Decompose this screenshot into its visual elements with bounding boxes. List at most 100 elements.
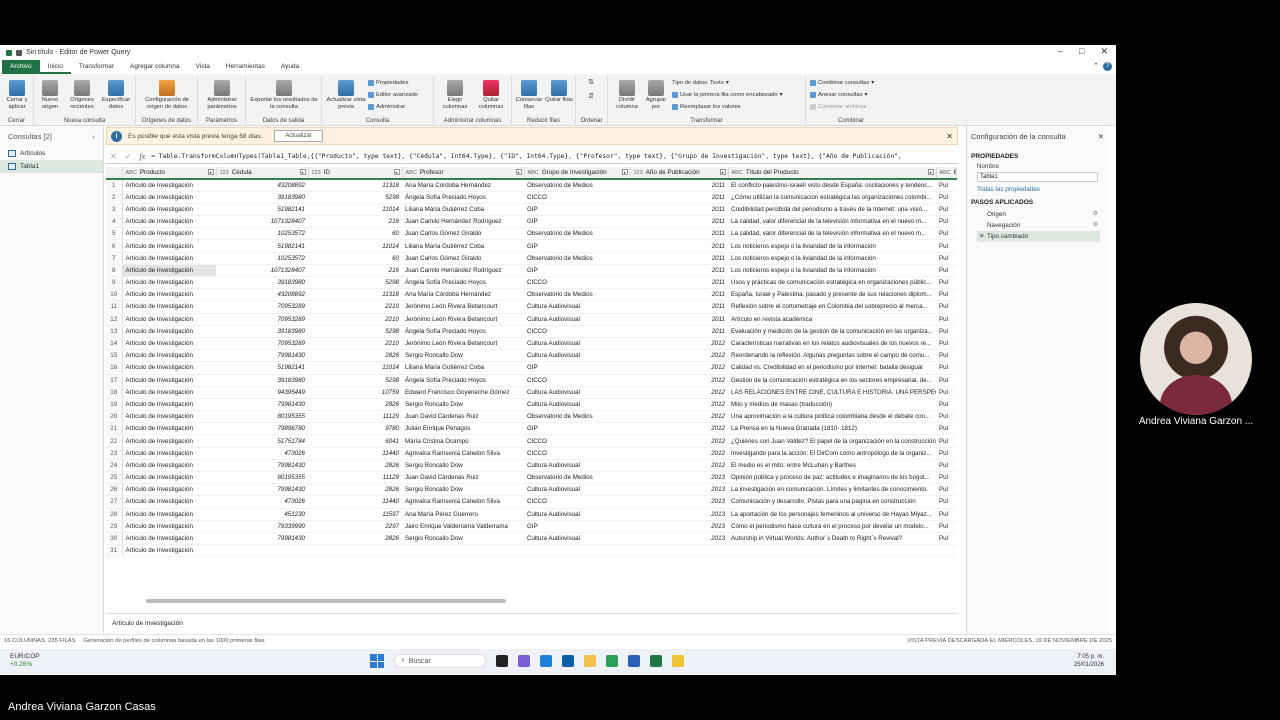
table-cell[interactable]: 2012 <box>630 459 728 473</box>
table-cell[interactable]: 2011 <box>630 191 728 204</box>
table-row[interactable]: 15 Artículo de Investigación 79981430 2826 S… <box>106 349 956 363</box>
table-cell[interactable]: Jerónimo León Rivera Betancourt <box>402 337 524 351</box>
row-number[interactable]: 14 <box>106 337 123 351</box>
table-cell[interactable]: 79981430 <box>216 483 308 497</box>
scrollbar-thumb[interactable] <box>146 599 506 603</box>
table-cell[interactable]: Comunicación y desarrollo. Pistas para u… <box>728 495 936 509</box>
table-cell[interactable]: La Prensa en la Nueva Granada (1810- 181… <box>728 422 936 436</box>
table-cell[interactable]: ¿Quiénes son Juan Valdez? El papel de la… <box>728 434 936 448</box>
table-cell[interactable]: 10759 <box>308 386 402 399</box>
table-cell[interactable]: Pul <box>936 459 956 473</box>
table-cell[interactable]: Pul <box>936 386 956 399</box>
table-row[interactable]: 11 Artículo de Investigación 70953289 2210 J… <box>106 300 956 314</box>
table-cell[interactable]: La calidad, valor diferencial de la tele… <box>728 227 936 241</box>
table-cell[interactable]: 2012 <box>630 361 728 375</box>
table-cell[interactable]: Artículo de Investigación <box>122 495 216 509</box>
formula-bar[interactable]: ✕ ✓ fx = Table.TransformColumnTypes(Tabl… <box>106 149 958 164</box>
table-row[interactable]: 10 Artículo de Investigación 43208892 11318… <box>106 288 956 302</box>
file-explorer-icon[interactable] <box>584 655 596 667</box>
table-cell[interactable]: Pul <box>936 203 956 217</box>
table-cell[interactable]: 2011 <box>630 227 728 241</box>
table-cell[interactable]: 2011 <box>630 276 728 290</box>
table-cell[interactable]: Pul <box>936 325 956 338</box>
table-cell[interactable]: 11440 <box>308 495 402 509</box>
table-cell[interactable]: Artículo de Investigación <box>122 179 216 192</box>
table-cell[interactable]: 60 <box>308 252 402 265</box>
manage-button[interactable]: Administrar <box>368 104 405 110</box>
table-cell[interactable]: Sergio Roncallo Dow <box>402 459 524 473</box>
column-type-icon[interactable]: ABC <box>940 170 951 176</box>
table-cell[interactable]: Ángela Sofía Preciado Hoyos <box>402 374 524 387</box>
row-number[interactable]: 23 <box>106 447 123 460</box>
table-row[interactable]: 13 Artículo de Investigación 39183980 5298 Á… <box>106 325 956 338</box>
table-cell[interactable]: Artículo de Investigación <box>122 276 216 290</box>
group-by-button[interactable]: Agrupar por <box>642 80 670 110</box>
table-cell[interactable] <box>524 544 630 558</box>
table-cell[interactable]: Pul <box>936 508 956 521</box>
table-cell[interactable]: Observatorio de Medios <box>524 227 630 241</box>
row-number[interactable]: 13 <box>106 325 123 338</box>
row-number[interactable]: 29 <box>106 520 123 533</box>
table-cell[interactable]: 60 <box>308 227 402 241</box>
table-cell[interactable]: CICCO <box>524 276 630 290</box>
table-cell[interactable]: 10253572 <box>216 252 308 265</box>
save-icon[interactable] <box>16 49 22 56</box>
help-icon[interactable]: ? <box>1103 62 1112 71</box>
table-cell[interactable]: Artículo de Investigación <box>122 374 216 387</box>
merge-queries-button[interactable]: Combinar consultas ▾ <box>810 80 874 86</box>
replace-values-button[interactable]: Reemplazar los valores <box>672 104 741 110</box>
table-cell[interactable]: Pul <box>936 215 956 229</box>
table-cell[interactable]: 11129 <box>308 471 402 485</box>
table-row[interactable]: 1 Artículo de Investigación 43208892 11318 A… <box>106 179 956 192</box>
table-cell[interactable]: LAS RELACIONES ENTRE CINE, CULTURA E HIS… <box>728 386 936 399</box>
table-cell[interactable]: Pul <box>936 191 956 204</box>
table-cell[interactable]: Juan Camilo Hernández Rodríguez <box>402 215 524 229</box>
table-cell[interactable]: Pul <box>936 434 956 448</box>
table-cell[interactable]: Pul <box>936 313 956 326</box>
table-cell[interactable]: El medio es el mito: entre McLuhan y Bar… <box>728 459 936 473</box>
table-cell[interactable]: 11318 <box>308 179 402 192</box>
filter-dropdown-icon[interactable]: ▾ <box>927 169 934 175</box>
column-header[interactable]: ABC Profesor ▾ <box>402 167 525 180</box>
table-row[interactable]: 29 Artículo de Investigación 79339990 2297 J… <box>106 520 956 533</box>
filter-dropdown-icon[interactable]: ▾ <box>515 169 522 175</box>
table-cell[interactable]: Artículo de Investigación <box>122 252 216 265</box>
table-cell[interactable]: Liliana María Gutiérrez Coba <box>402 239 524 253</box>
table-cell[interactable]: Artículo de Investigación <box>122 325 216 338</box>
table-cell[interactable]: Cultura Audiovisual <box>524 532 630 546</box>
table-cell[interactable]: GIP <box>524 264 630 278</box>
row-number[interactable]: 26 <box>106 483 123 497</box>
table-cell[interactable]: 2011 <box>630 179 728 192</box>
table-cell[interactable]: Artículo de Investigación <box>122 398 216 412</box>
select-all-corner[interactable] <box>106 167 123 180</box>
table-cell[interactable]: Cultura Audiovisual <box>524 300 630 314</box>
table-cell[interactable]: 2826 <box>308 459 402 473</box>
table-cell[interactable]: GIP <box>524 520 630 533</box>
step-tipo-cambiado[interactable]: ✕ Tipo cambiado <box>977 231 1100 242</box>
table-cell[interactable]: Artículo de Investigación <box>122 349 216 363</box>
table-cell[interactable]: El conflicto palestino-israelí visto des… <box>728 179 936 192</box>
table-cell[interactable]: 2013 <box>630 520 728 533</box>
row-number[interactable]: 1 <box>106 179 123 192</box>
table-cell[interactable]: 2297 <box>308 520 402 533</box>
column-type-icon[interactable]: 123 <box>312 170 321 176</box>
table-cell[interactable]: 51982141 <box>216 361 308 375</box>
table-cell[interactable] <box>216 544 308 558</box>
table-cell[interactable]: 39183980 <box>216 276 308 290</box>
table-cell[interactable]: Calidad vs. Credibilidad en el periodism… <box>728 361 936 375</box>
table-cell[interactable]: 2210 <box>308 300 402 314</box>
choose-columns-button[interactable]: Elegir columnas <box>438 80 472 110</box>
taskbar-search[interactable]: ⌕ Buscar <box>394 654 486 668</box>
table-cell[interactable]: GIP <box>524 239 630 253</box>
row-number[interactable]: 18 <box>106 386 123 399</box>
table-cell[interactable]: Jairo Enrique Valderrama Valderrama <box>402 520 524 533</box>
row-number[interactable]: 25 <box>106 471 123 485</box>
table-cell[interactable]: Artículo en revista académica <box>728 313 936 326</box>
table-cell[interactable]: CICCO <box>524 434 630 448</box>
table-cell[interactable]: Artículo de Investigación <box>122 520 216 533</box>
table-cell[interactable]: Artículo de Investigación <box>122 483 216 497</box>
table-cell[interactable]: 11129 <box>308 410 402 424</box>
table-cell[interactable]: Observatorio de Medios <box>524 410 630 424</box>
table-cell[interactable]: Pul <box>936 179 956 192</box>
table-cell[interactable]: Juan Carlos Gómez Giraldo <box>402 227 524 241</box>
